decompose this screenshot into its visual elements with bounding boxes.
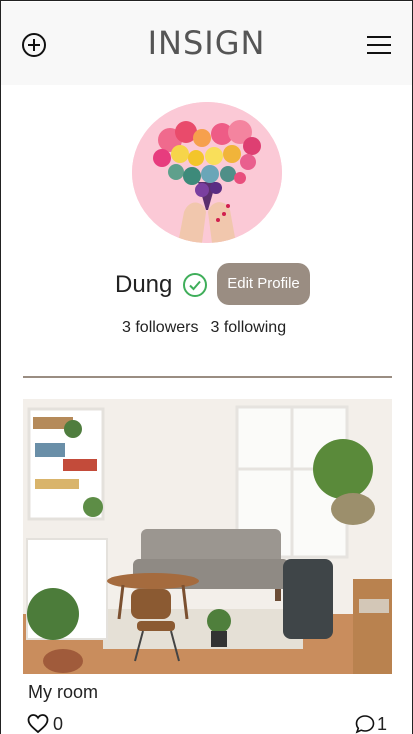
menu-icon[interactable] [366, 35, 392, 55]
app-frame: INSIGN Dung Edit Profile 3 followers 3 f… [0, 0, 413, 734]
edit-profile-button[interactable]: Edit Profile [217, 263, 310, 305]
like-count: 0 [53, 714, 64, 734]
comment-icon[interactable] [355, 714, 375, 734]
followers-count[interactable]: 3 followers [122, 319, 198, 336]
heart-icon[interactable] [27, 713, 49, 734]
profile-avatar [132, 102, 282, 243]
profile-name-row: Dung Edit Profile [1, 263, 412, 305]
comment-count: 1 [377, 714, 388, 734]
app-logo[interactable]: INSIGN [1, 24, 412, 62]
profile-username: Dung [115, 271, 173, 298]
verified-check-icon [183, 273, 207, 297]
post-image[interactable] [23, 399, 392, 674]
top-bar: INSIGN [1, 2, 412, 85]
following-count[interactable]: 3 following [210, 319, 286, 336]
profile-stats: 3 followers 3 following [122, 319, 286, 337]
section-divider [23, 376, 392, 378]
post-title: My room [28, 682, 99, 702]
